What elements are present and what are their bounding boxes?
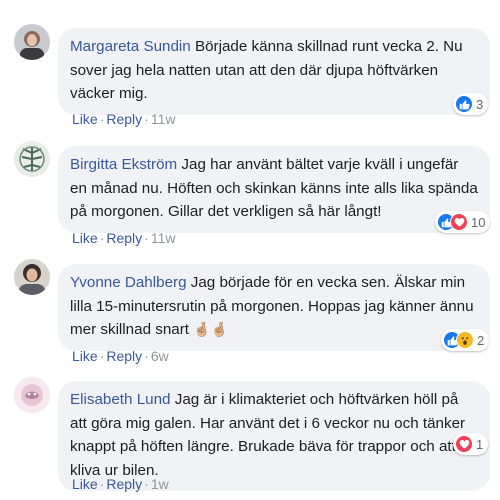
reply-link[interactable]: Reply [106, 476, 142, 492]
avatar[interactable] [14, 377, 50, 413]
separator: · [144, 348, 149, 364]
love-icon [450, 213, 468, 231]
comment-author[interactable]: Elisabeth Lund [70, 391, 170, 408]
crossed-fingers-emoji: 🤞🏼🤞🏼 [193, 321, 229, 337]
timestamp[interactable]: 6w [151, 348, 169, 364]
comment-bubble: Elisabeth Lund Jag är i klimakteriet och… [58, 381, 490, 491]
like-link[interactable]: Like [72, 230, 98, 246]
separator: · [144, 230, 149, 246]
reaction-count: 10 [471, 214, 486, 230]
comment-bubble: Yvonne Dahlberg Jag började för en vecka… [58, 264, 490, 351]
reaction-summary[interactable]: 2 [441, 329, 490, 351]
reply-link[interactable]: Reply [106, 230, 142, 246]
separator: · [144, 111, 149, 127]
comment-bubble: Birgitta Ekström Jag har använt bältet v… [58, 146, 490, 233]
reaction-count: 3 [476, 96, 484, 112]
separator: · [144, 476, 149, 492]
reaction-count: 2 [477, 332, 485, 348]
comment-bubble: Margareta Sundin Började känna skillnad … [58, 28, 490, 115]
reaction-summary[interactable]: 3 [453, 93, 489, 115]
comment-actions: Like · Reply · 1w [72, 476, 169, 492]
like-icon [455, 95, 473, 113]
comment-actions: Like · Reply · 11w [72, 230, 175, 246]
comment-author[interactable]: Birgitta Ekström [70, 156, 177, 173]
wow-icon [456, 331, 474, 349]
comment-author[interactable]: Yvonne Dahlberg [70, 274, 187, 291]
like-link[interactable]: Like [72, 348, 98, 364]
avatar[interactable] [14, 141, 50, 177]
reaction-summary[interactable]: 1 [453, 433, 489, 455]
comment-actions: Like · Reply · 6w [72, 348, 169, 364]
timestamp[interactable]: 11w [151, 230, 176, 246]
timestamp[interactable]: 1w [151, 476, 169, 492]
reply-link[interactable]: Reply [106, 111, 142, 127]
avatar[interactable] [14, 24, 50, 60]
reaction-summary[interactable]: 10 [435, 211, 491, 233]
comment-actions: Like · Reply · 11w [72, 111, 175, 127]
like-link[interactable]: Like [72, 476, 98, 492]
comment-author[interactable]: Margareta Sundin [70, 38, 191, 55]
reaction-count: 1 [476, 436, 484, 452]
love-icon [455, 435, 473, 453]
avatar[interactable] [14, 259, 50, 295]
reply-link[interactable]: Reply [106, 348, 142, 364]
timestamp[interactable]: 11w [151, 111, 176, 127]
like-link[interactable]: Like [72, 111, 98, 127]
